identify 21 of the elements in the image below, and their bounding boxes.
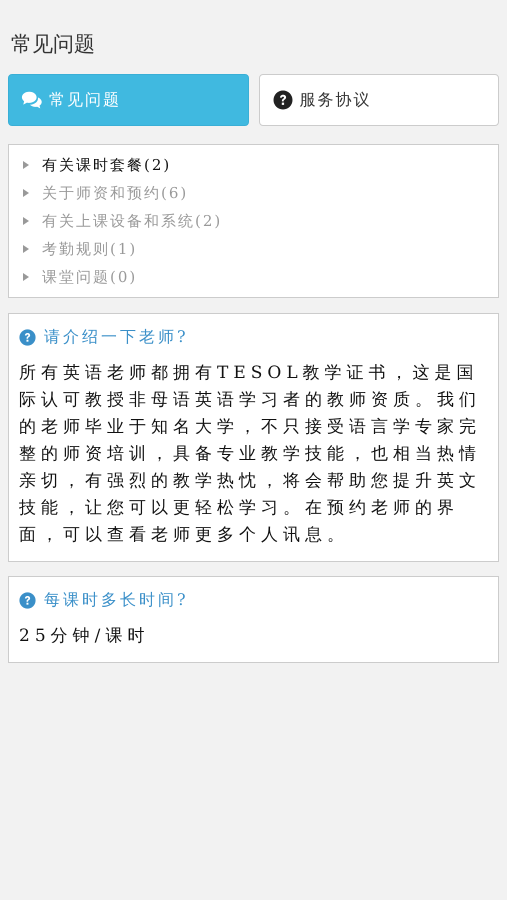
faq-question: 每课时多长时间? [44, 590, 189, 610]
help-icon [272, 90, 294, 110]
faq-answer: 25分钟/课时 [19, 625, 150, 648]
triangle-icon [23, 161, 29, 169]
triangle-icon [23, 217, 29, 225]
category-link[interactable]: 有关课时套餐(2) [42, 156, 172, 174]
triangle-icon [23, 273, 29, 281]
tab[interactable]: 服务协议 [258, 74, 499, 126]
category-link[interactable]: 关于师资和预约(6) [42, 184, 188, 202]
page-title: 常见问题 [10, 31, 96, 58]
triangle-icon [23, 245, 29, 253]
faq-question: 请介绍一下老师? [44, 326, 189, 348]
chat-bubbles-icon [21, 90, 43, 110]
faq-answer: 所有英语老师都拥有TESOL教学证书，这是国际认可教授非母语英语学习者的教师资质。我们的老师毕业于知名大学，不只接受语言学专家完整的师资培训，具备专业教学技能，也相当热情亲切，有强烈的教学热忱，将会帮助您提升英文技能，让您可以更轻松学习。在预约老师的界面，可以查看老师更多个人讯息。 [19, 362, 482, 547]
tab[interactable]: 常见问题 [8, 74, 248, 126]
help-icon [19, 592, 36, 608]
category-link[interactable]: 课堂问题(0) [42, 268, 138, 286]
help-icon [19, 328, 36, 346]
category-link[interactable]: 有关上课设备和系统(2) [42, 212, 222, 230]
category-link[interactable]: 考勤规则(1) [42, 240, 138, 258]
triangle-icon [23, 189, 29, 197]
